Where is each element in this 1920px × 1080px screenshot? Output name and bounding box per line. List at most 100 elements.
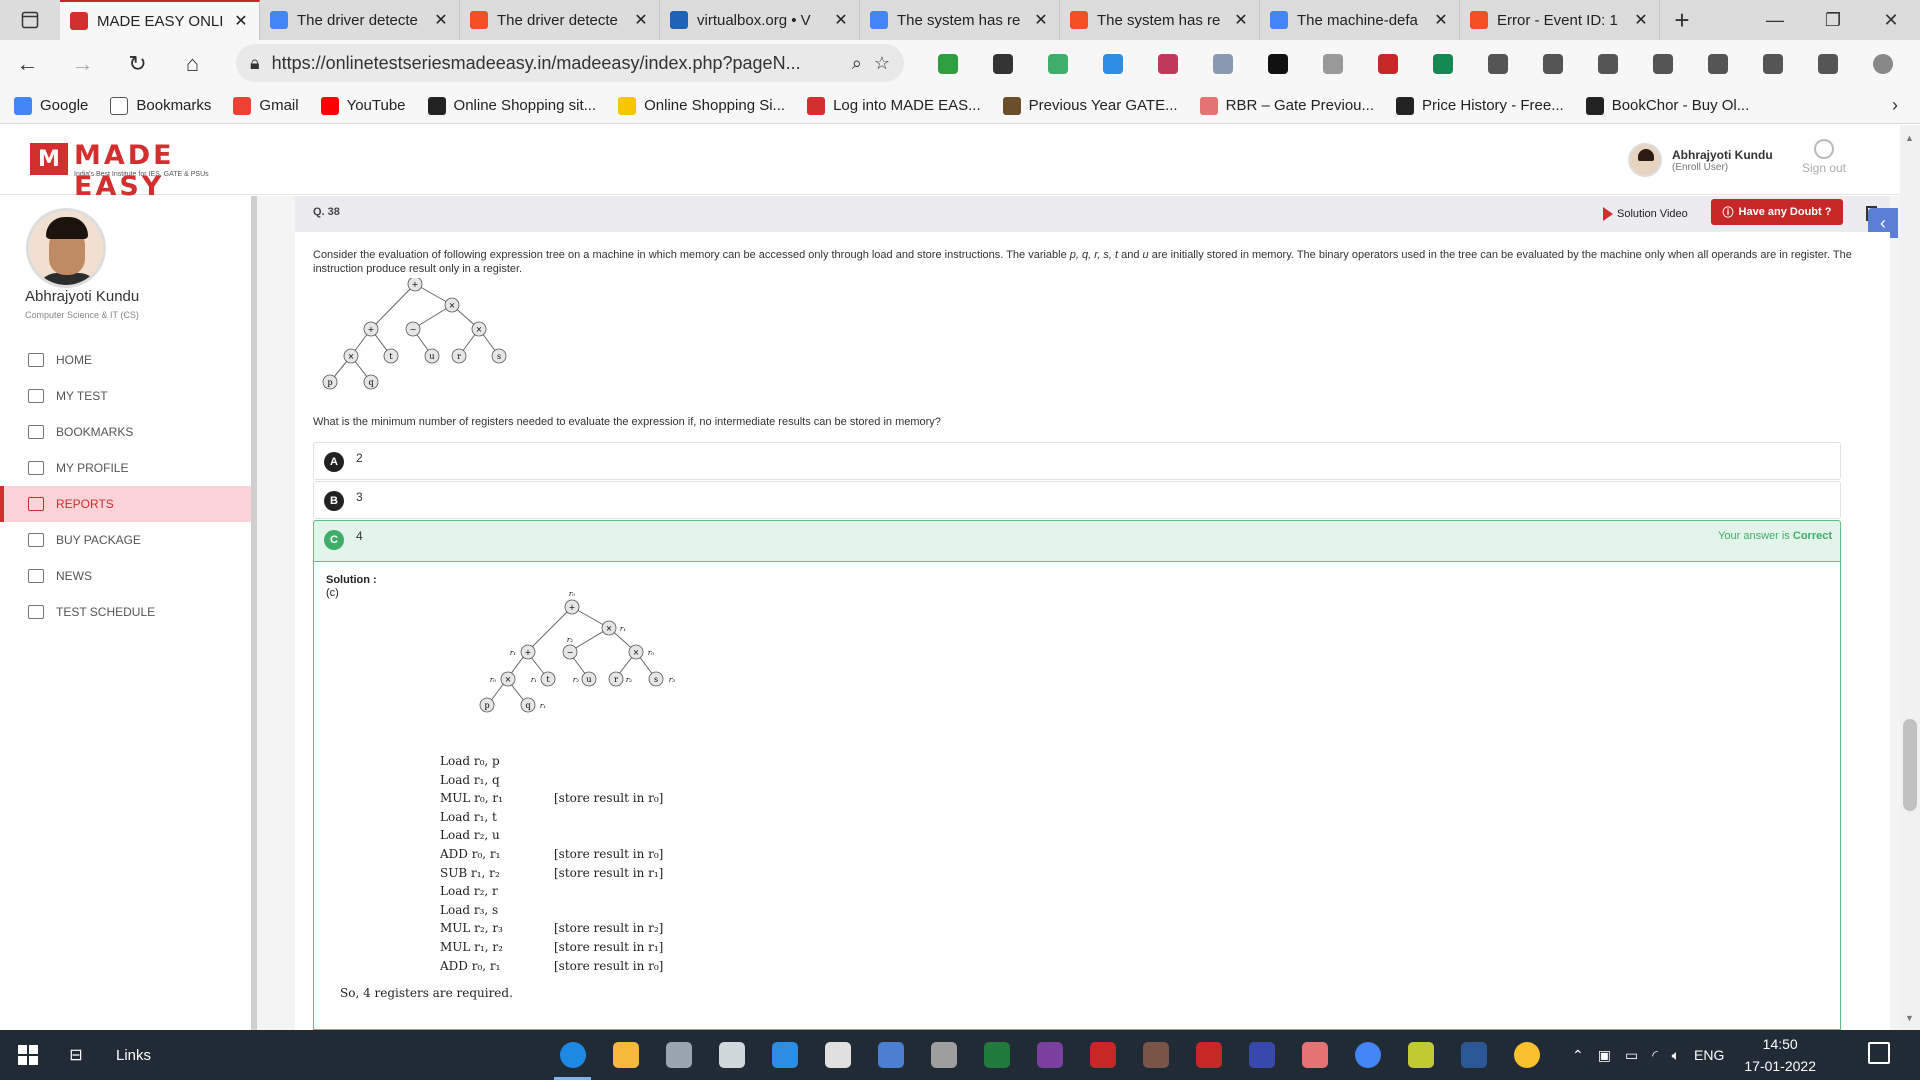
extension-icon[interactable] bbox=[1195, 40, 1250, 88]
tab-close-icon[interactable]: ✕ bbox=[233, 11, 249, 31]
browser-tab[interactable]: The driver detecte ✕ bbox=[460, 0, 660, 40]
tab-close-icon[interactable]: ✕ bbox=[433, 10, 449, 30]
bookmark-item[interactable]: Bookmarks bbox=[110, 96, 211, 115]
browser-tab[interactable]: virtualbox.org • V ✕ bbox=[660, 0, 860, 40]
taskbar-app-icon[interactable] bbox=[864, 1030, 917, 1080]
tab-close-icon[interactable]: ✕ bbox=[633, 10, 649, 30]
sidebar-item-bookmarks[interactable]: BOOKMARKS bbox=[0, 414, 251, 450]
extension-icon[interactable] bbox=[920, 40, 975, 88]
bookmark-item[interactable]: BookChor - Buy Ol... bbox=[1585, 96, 1749, 115]
bookmark-item[interactable]: RBR – Gate Previou... bbox=[1199, 96, 1374, 115]
extension-icon[interactable] bbox=[1305, 40, 1360, 88]
extension-icon[interactable] bbox=[1250, 40, 1305, 88]
extension-icon[interactable] bbox=[1030, 40, 1085, 88]
taskbar-app-icon[interactable] bbox=[1341, 1030, 1394, 1080]
sidebar-item-home[interactable]: HOME bbox=[0, 342, 251, 378]
address-bar[interactable]: 🔒︎ https://onlinetestseriesmadeeasy.in/m… bbox=[236, 44, 904, 82]
clock[interactable]: 14:50 17-01-2022 bbox=[1744, 1033, 1816, 1077]
option-b[interactable]: B 3 bbox=[313, 481, 1841, 519]
taskbar-app-icon[interactable] bbox=[1235, 1030, 1288, 1080]
browser-tab[interactable]: Error - Event ID: 1 ✕ bbox=[1460, 0, 1660, 40]
option-a[interactable]: A 2 bbox=[313, 442, 1841, 480]
tab-close-icon[interactable]: ✕ bbox=[1633, 10, 1649, 30]
forward-button[interactable]: → bbox=[55, 51, 110, 77]
minimize-button[interactable]: — bbox=[1746, 0, 1804, 40]
bookmark-item[interactable]: Log into MADE EAS... bbox=[807, 96, 981, 115]
taskbar-app-icon[interactable] bbox=[1023, 1030, 1076, 1080]
taskbar-app-icon[interactable] bbox=[1076, 1030, 1129, 1080]
links-toolbar[interactable]: Links bbox=[96, 1047, 176, 1064]
home-button[interactable]: ⌂ bbox=[165, 51, 220, 77]
taskbar-app-icon[interactable] bbox=[1500, 1030, 1553, 1080]
browser-tab[interactable]: MADE EASY ONLI ✕ bbox=[60, 0, 260, 40]
taskbar-app-icon[interactable] bbox=[1129, 1030, 1182, 1080]
bookmarks-overflow-chevron-icon[interactable]: › bbox=[1892, 95, 1898, 116]
taskbar-app-icon[interactable] bbox=[546, 1030, 599, 1080]
bookmark-item[interactable]: Online Shopping sit... bbox=[427, 96, 596, 115]
taskbar-app-icon[interactable] bbox=[1288, 1030, 1341, 1080]
extension-icon[interactable] bbox=[1635, 40, 1690, 88]
sidebar-item-my-profile[interactable]: MY PROFILE bbox=[0, 450, 251, 486]
taskbar-app-icon[interactable] bbox=[1182, 1030, 1235, 1080]
extension-icon[interactable] bbox=[1470, 40, 1525, 88]
extension-icon[interactable] bbox=[1140, 40, 1195, 88]
tab-close-icon[interactable]: ✕ bbox=[1033, 10, 1049, 30]
sidebar-item-my-test[interactable]: MY TEST bbox=[0, 378, 251, 414]
extension-icon[interactable] bbox=[1525, 40, 1580, 88]
scrollbar-thumb[interactable] bbox=[1903, 719, 1917, 811]
solution-video-button[interactable]: Solution Video bbox=[1603, 202, 1688, 226]
notifications-icon[interactable] bbox=[1868, 1042, 1890, 1064]
meet-now-icon[interactable]: ▣ bbox=[1598, 1047, 1611, 1064]
scroll-up-arrow-icon[interactable]: ▲ bbox=[1905, 133, 1914, 143]
tray-overflow-chevron-icon[interactable]: ⌃ bbox=[1572, 1047, 1584, 1064]
refresh-button[interactable]: ↻ bbox=[110, 51, 165, 77]
taskbar-app-icon[interactable] bbox=[652, 1030, 705, 1080]
close-window-button[interactable]: ✕ bbox=[1862, 0, 1920, 40]
sidebar-item-test-schedule[interactable]: TEST SCHEDULE bbox=[0, 594, 251, 630]
extension-icon[interactable] bbox=[1415, 40, 1470, 88]
taskbar-app-icon[interactable] bbox=[1447, 1030, 1500, 1080]
have-doubt-button[interactable]: ⓘ Have any Doubt ? bbox=[1711, 199, 1843, 225]
favorite-star-icon[interactable]: ☆ bbox=[874, 53, 890, 74]
input-language[interactable]: ENG bbox=[1694, 1047, 1724, 1063]
tab-close-icon[interactable]: ✕ bbox=[1233, 10, 1249, 30]
taskbar-app-icon[interactable] bbox=[758, 1030, 811, 1080]
sidebar-item-news[interactable]: NEWS bbox=[0, 558, 251, 594]
volume-icon[interactable]: 🔈︎ bbox=[1672, 1047, 1680, 1064]
bookmark-item[interactable]: Gmail bbox=[233, 96, 299, 115]
extension-icon[interactable] bbox=[1085, 40, 1140, 88]
sidebar-item-buy-package[interactable]: BUY PACKAGE bbox=[0, 522, 251, 558]
bookmark-item[interactable]: Google bbox=[14, 96, 88, 115]
tab-close-icon[interactable]: ✕ bbox=[1433, 10, 1449, 30]
restore-button[interactable]: ❐ bbox=[1804, 0, 1862, 40]
taskbar-app-icon[interactable] bbox=[705, 1030, 758, 1080]
back-button[interactable]: ← bbox=[0, 51, 55, 77]
new-tab-button[interactable]: + bbox=[1660, 0, 1704, 40]
bookmark-item[interactable]: YouTube bbox=[320, 96, 406, 115]
extension-icon[interactable] bbox=[975, 40, 1030, 88]
tab-actions-button[interactable] bbox=[0, 0, 60, 40]
scroll-down-arrow-icon[interactable]: ▼ bbox=[1905, 1013, 1914, 1023]
browser-tab[interactable]: The driver detecte ✕ bbox=[260, 0, 460, 40]
taskbar-app-icon[interactable] bbox=[811, 1030, 864, 1080]
option-c[interactable]: C 4 Your answer is Correct bbox=[313, 520, 1841, 562]
browser-tab[interactable]: The system has re ✕ bbox=[860, 0, 1060, 40]
sidebar-item-reports[interactable]: REPORTS bbox=[0, 486, 251, 522]
bookmark-item[interactable]: Price History - Free... bbox=[1396, 96, 1564, 115]
browser-tab[interactable]: The system has re ✕ bbox=[1060, 0, 1260, 40]
extension-icon[interactable] bbox=[1745, 40, 1800, 88]
bookmark-item[interactable]: Online Shopping Si... bbox=[618, 96, 785, 115]
header-user[interactable]: Abhrajyoti Kundu (Enroll User) bbox=[1628, 143, 1773, 177]
extension-icon[interactable] bbox=[1855, 40, 1910, 88]
made-easy-logo[interactable]: M MADE EASY India's Best Institute for I… bbox=[30, 140, 260, 202]
browser-tab[interactable]: The machine-defa ✕ bbox=[1260, 0, 1460, 40]
page-scrollbar[interactable]: ▲ ▼ bbox=[1900, 125, 1920, 1030]
bookmark-item[interactable]: Previous Year GATE... bbox=[1002, 96, 1178, 115]
taskbar-app-icon[interactable] bbox=[970, 1030, 1023, 1080]
extension-icon[interactable] bbox=[1360, 40, 1415, 88]
taskbar-app-icon[interactable] bbox=[1394, 1030, 1447, 1080]
taskbar-app-icon[interactable] bbox=[917, 1030, 970, 1080]
start-button[interactable] bbox=[0, 1045, 56, 1065]
sign-out-button[interactable]: Sign out bbox=[1796, 139, 1852, 175]
battery-icon[interactable]: ▭ bbox=[1625, 1047, 1638, 1064]
